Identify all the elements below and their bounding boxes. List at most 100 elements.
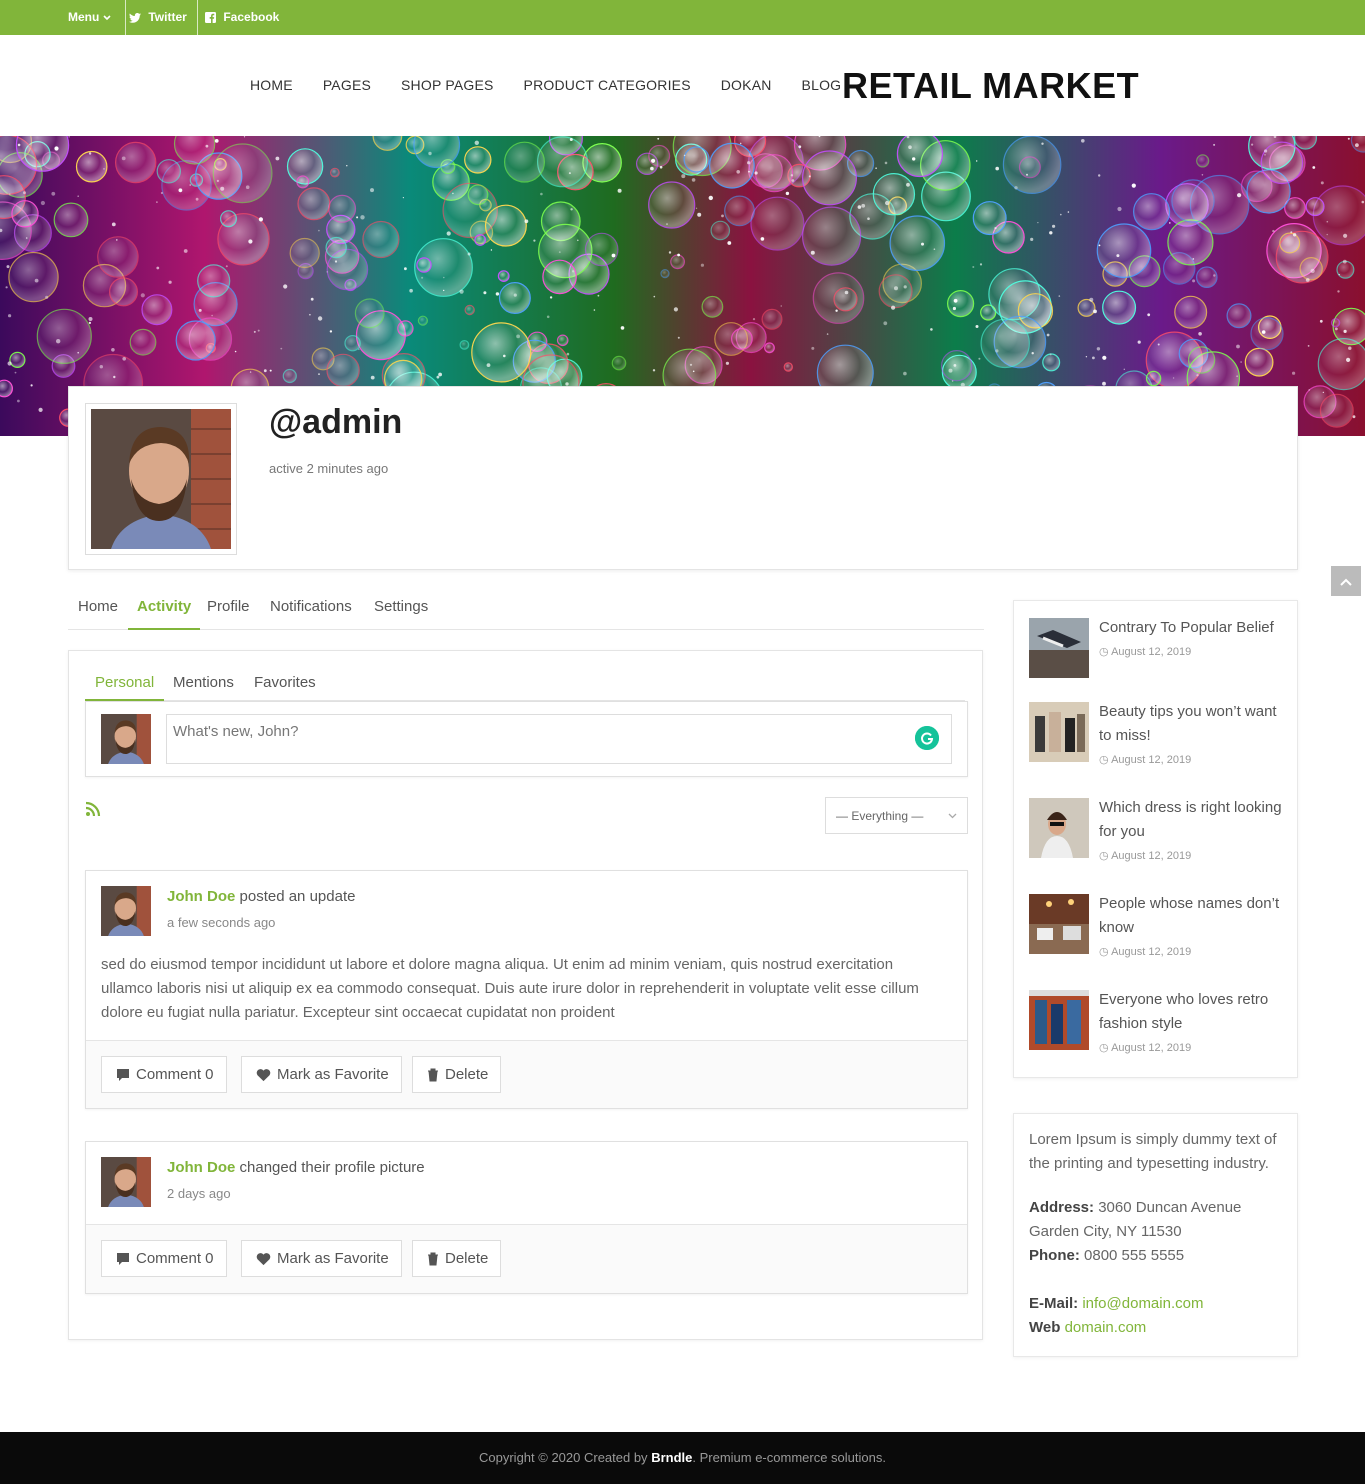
back-to-top-button[interactable] — [1331, 566, 1361, 596]
tab-activity[interactable]: Activity — [128, 592, 201, 630]
nav-item-blog[interactable]: BLOG — [802, 77, 842, 95]
top-bar: Menu Twitter Facebook — [0, 0, 1365, 35]
recent-posts-widget: Contrary To Popular Belief ◷ August 12, 2… — [1013, 600, 1298, 1078]
profile-active-time: active 2 minutes ago — [269, 461, 389, 476]
entry-avatar[interactable] — [101, 886, 151, 936]
post-thumbnail[interactable] — [1029, 990, 1089, 1050]
activity-entry: John Doe posted an update a few seconds … — [85, 870, 968, 1109]
entry-header: John Doe posted an update — [167, 888, 355, 905]
post-thumbnail[interactable] — [1029, 894, 1089, 954]
facebook-link[interactable]: Facebook — [195, 0, 289, 35]
trash-icon — [428, 1252, 438, 1266]
activity-panel: Personal Mentions Favorites What's new, … — [68, 650, 983, 1340]
user-avatar — [101, 714, 151, 764]
activity-filter-select[interactable]: — Everything — — [825, 797, 968, 834]
site-footer: Copyright © 2020 Created by Brndle. Prem… — [0, 1432, 1365, 1484]
rss-feed-icon[interactable] — [85, 801, 101, 820]
site-header: HOME PAGES SHOP PAGES PRODUCT CATEGORIES… — [0, 35, 1365, 136]
menu-dropdown[interactable]: Menu — [58, 0, 126, 35]
entry-header: John Doe changed their profile picture — [167, 1159, 425, 1176]
nav-item-pages[interactable]: PAGES — [323, 77, 371, 95]
trash-icon — [428, 1068, 438, 1082]
whats-new-input[interactable]: What's new, John? — [166, 714, 952, 764]
entry-user-link[interactable]: John Doe — [167, 888, 235, 905]
heart-icon — [256, 1253, 271, 1266]
whats-new-form: What's new, John? — [85, 701, 968, 777]
entry-time[interactable]: a few seconds ago — [167, 915, 275, 930]
post-title[interactable]: Everyone who loves retro fashion style ◷ … — [1099, 988, 1289, 1056]
site-logo[interactable]: RETAIL MARKET — [842, 65, 1139, 107]
post-date: ◷ August 12, 2019 — [1099, 1042, 1192, 1054]
post-title[interactable]: Contrary To Popular Belief ◷ August 12, 2… — [1099, 616, 1289, 660]
contact-info-widget: Lorem Ipsum is simply dummy text of the … — [1013, 1113, 1298, 1357]
twitter-icon — [129, 12, 141, 23]
web-link[interactable]: domain.com — [1065, 1319, 1147, 1336]
post-date: ◷ August 12, 2019 — [1099, 646, 1192, 658]
profile-tabs: Home Activity Profile Notifications Sett… — [68, 592, 984, 630]
email-link[interactable]: info@domain.com — [1082, 1295, 1203, 1312]
entry-user-link[interactable]: John Doe — [167, 1159, 235, 1176]
comment-icon — [117, 1253, 129, 1266]
profile-username: @admin — [269, 403, 403, 441]
tab-home[interactable]: Home — [78, 592, 118, 630]
subtab-personal[interactable]: Personal — [85, 669, 165, 701]
post-date: ◷ August 12, 2019 — [1099, 946, 1192, 958]
contact-web: Web domain.com — [1029, 1319, 1147, 1336]
avatar-photo — [91, 409, 231, 549]
contact-address: Address: 3060 Duncan Avenue Garden City,… — [1029, 1199, 1242, 1240]
post-thumbnail[interactable] — [1029, 702, 1089, 762]
entry-time[interactable]: 2 days ago — [167, 1186, 231, 1201]
grammarly-icon[interactable] — [915, 726, 939, 750]
chevron-up-icon — [1340, 578, 1352, 586]
post-title[interactable]: Which dress is right looking for you ◷ Au… — [1099, 796, 1289, 864]
delete-button[interactable]: Delete — [412, 1056, 502, 1093]
entry-content: sed do eiusmod tempor incididunt ut labo… — [101, 956, 919, 1021]
nav-item-shop-pages[interactable]: SHOP PAGES — [401, 77, 494, 95]
post-title[interactable]: People whose names don’t know ◷ August 12… — [1099, 892, 1289, 960]
post-title[interactable]: Beauty tips you won’t want to miss! ◷ Aug… — [1099, 700, 1289, 768]
menu-label: Menu — [68, 10, 100, 24]
post-date: ◷ August 12, 2019 — [1099, 850, 1192, 862]
entry-actions: Comment 0 Mark as Favorite Delete — [86, 1040, 967, 1108]
entry-action: posted an update — [239, 888, 356, 905]
nav-item-home[interactable]: HOME — [250, 77, 293, 95]
footer-tagline: . Premium e-commerce solutions. — [692, 1450, 886, 1465]
heart-icon — [256, 1069, 271, 1082]
contact-email: E-Mail: info@domain.com — [1029, 1295, 1204, 1312]
footer-brand-link[interactable]: Brndle — [651, 1450, 692, 1465]
contact-intro: Lorem Ipsum is simply dummy text of the … — [1029, 1131, 1277, 1172]
twitter-link[interactable]: Twitter — [119, 0, 198, 35]
entry-action: changed their profile picture — [239, 1159, 425, 1176]
favorite-button[interactable]: Mark as Favorite — [241, 1056, 402, 1093]
post-thumbnail[interactable] — [1029, 798, 1089, 858]
tab-profile[interactable]: Profile — [207, 592, 250, 630]
twitter-label: Twitter — [148, 10, 187, 24]
entry-actions: Comment 0 Mark as Favorite Delete — [86, 1224, 967, 1293]
nav-item-dokan[interactable]: DOKAN — [721, 77, 772, 95]
subtab-mentions[interactable]: Mentions — [163, 669, 244, 701]
subtab-favorites[interactable]: Favorites — [244, 669, 326, 701]
filter-selected-value: — Everything — — [836, 809, 924, 823]
post-thumbnail[interactable] — [1029, 618, 1089, 678]
facebook-icon — [205, 12, 216, 24]
chevron-down-icon — [103, 15, 111, 20]
nav-item-product-categories[interactable]: PRODUCT CATEGORIES — [524, 77, 691, 95]
comment-button[interactable]: Comment 0 — [101, 1056, 227, 1093]
activity-entry: John Doe changed their profile picture 2… — [85, 1141, 968, 1294]
tab-notifications[interactable]: Notifications — [270, 592, 352, 630]
activity-subtabs: Personal Mentions Favorites — [85, 669, 965, 701]
main-nav: HOME PAGES SHOP PAGES PRODUCT CATEGORIES… — [250, 77, 841, 95]
chevron-down-icon — [948, 798, 957, 835]
delete-button[interactable]: Delete — [412, 1240, 502, 1277]
facebook-label: Facebook — [223, 10, 280, 24]
footer-copyright: Copyright © 2020 Created by — [479, 1450, 648, 1465]
contact-phone: Phone: 0800 555 5555 — [1029, 1247, 1185, 1264]
post-date: ◷ August 12, 2019 — [1099, 754, 1192, 766]
profile-avatar[interactable] — [85, 403, 237, 555]
profile-header-card: @admin active 2 minutes ago — [68, 386, 1298, 570]
comment-icon — [117, 1069, 129, 1082]
comment-button[interactable]: Comment 0 — [101, 1240, 227, 1277]
entry-avatar[interactable] — [101, 1157, 151, 1207]
tab-settings[interactable]: Settings — [374, 592, 428, 630]
favorite-button[interactable]: Mark as Favorite — [241, 1240, 402, 1277]
